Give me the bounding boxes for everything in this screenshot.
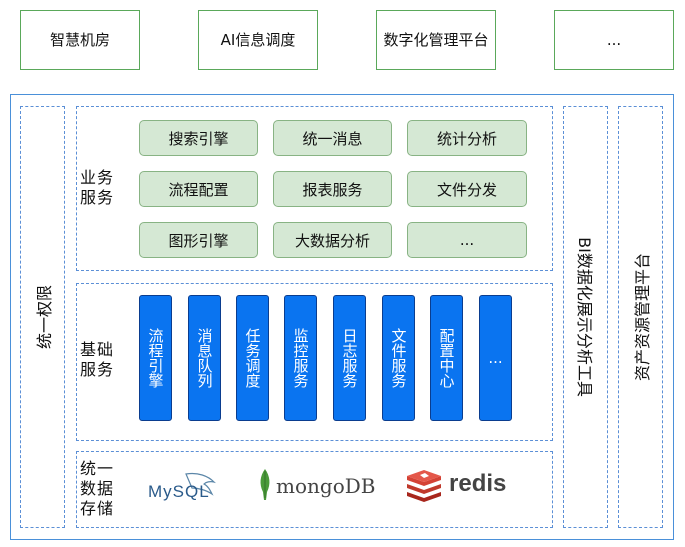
basic-service-logging: 日志服务 <box>333 295 366 421</box>
asset-platform-label: 资产资源管理平台 <box>632 252 652 382</box>
basic-service-process-engine: 流程引擎 <box>139 295 172 421</box>
asset-platform-column: 资产资源管理平台 <box>618 106 663 528</box>
leaf-icon <box>260 469 270 500</box>
app-label: 数字化管理平台 <box>383 31 489 49</box>
bi-tool-label: BI数据化展示分析工具 <box>574 237 594 397</box>
redis-logo: redis <box>405 466 515 504</box>
mysql-text: MySQL <box>148 482 210 501</box>
app-box-ai-dispatch: AI信息调度 <box>198 10 318 70</box>
service-statistics: 统计分析 <box>407 120 527 156</box>
storage-label: 统一数据存储 <box>80 459 115 518</box>
basic-service-monitoring: 监控服务 <box>284 295 317 421</box>
app-label: 智慧机房 <box>49 31 110 49</box>
service-label: ... <box>459 231 475 249</box>
unified-permission-column: 统一权限 <box>20 106 65 528</box>
service-report: 报表服务 <box>273 171 392 207</box>
basic-service-task-scheduling: 任务调度 <box>236 295 269 421</box>
service-label: 文件分发 <box>436 180 497 199</box>
basic-service-file: 文件服务 <box>382 295 415 421</box>
redis-cube-icon <box>407 470 441 502</box>
service-label: 报表服务 <box>302 180 363 199</box>
service-label: 统计分析 <box>436 129 497 148</box>
service-more: ... <box>407 222 527 258</box>
service-big-data: 大数据分析 <box>273 222 392 258</box>
business-services-label: 业务服务 <box>80 168 115 207</box>
bi-tool-column: BI数据化展示分析工具 <box>563 106 608 528</box>
service-search-engine: 搜索引擎 <box>139 120 258 156</box>
redis-text: redis <box>449 470 507 497</box>
basic-service-message-queue: 消息队列 <box>188 295 221 421</box>
app-box-more: ... <box>554 10 674 70</box>
app-label: ... <box>606 31 622 49</box>
unified-permission-label: 统一权限 <box>34 284 54 350</box>
mongodb-logo: mongoDB <box>258 468 378 504</box>
service-label: 流程配置 <box>168 180 229 199</box>
service-label: 图形引擎 <box>168 231 229 250</box>
service-label: 统一消息 <box>302 129 363 148</box>
app-box-smart-room: 智慧机房 <box>20 10 140 70</box>
mongodb-text: mongoDB <box>276 474 376 498</box>
service-file-distribution: 文件分发 <box>407 171 527 207</box>
service-label: 大数据分析 <box>294 231 370 250</box>
basic-service-config-center: 配置中心 <box>430 295 463 421</box>
basic-services-label: 基础服务 <box>80 340 115 379</box>
app-label: AI信息调度 <box>220 31 296 49</box>
app-box-digital-platform: 数字化管理平台 <box>376 10 496 70</box>
service-process-config: 流程配置 <box>139 171 258 207</box>
service-label: 搜索引擎 <box>168 129 229 148</box>
mysql-logo: MySQL <box>146 468 226 508</box>
service-graphics-engine: 图形引擎 <box>139 222 258 258</box>
service-unified-message: 统一消息 <box>273 120 392 156</box>
basic-service-more: ... <box>479 295 512 421</box>
